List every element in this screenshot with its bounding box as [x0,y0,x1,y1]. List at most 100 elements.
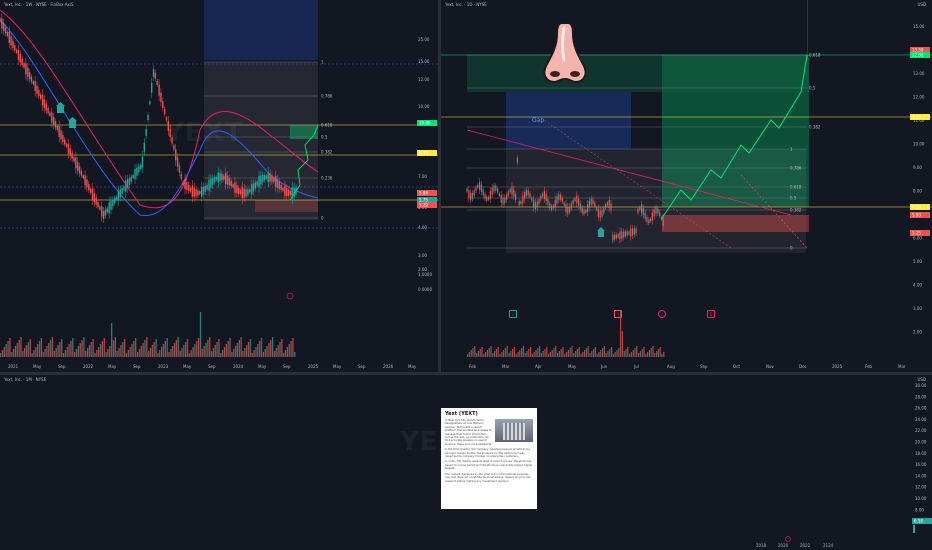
volume-bar [116,351,118,357]
volume-bar [85,351,87,357]
candle-body [28,72,31,80]
info-card: Yext (YEXT) In New York City stands Yext… [441,408,537,509]
house-marker-icon[interactable] [56,102,65,113]
candle-body [282,187,284,191]
volume-bar [522,346,524,357]
volume-bar [199,312,202,357]
volume-bar [656,351,658,357]
volume-bar [31,353,33,357]
volume-bar [492,353,494,357]
candle-body [52,116,55,125]
volume-bar [101,341,104,357]
candle-body [200,186,203,197]
candle-body [480,184,482,192]
volume-bar [255,347,257,357]
candle-body [633,228,635,235]
event-marker-icon[interactable] [286,292,294,300]
event-flag-icon-3[interactable]: ✓ [658,310,666,318]
weekly-chart-pane[interactable]: Yext, Inc. · 1W · NYSE · FinBox·AxiS YEX… [0,0,438,372]
monthly-event-icon[interactable] [785,536,791,542]
house-marker-icon-2[interactable] [68,117,77,128]
candle-body [58,125,60,137]
daily-chart-pane[interactable]: Yext, Inc. · 1D · NYSE USD 0.618 0.5 0.382… [441,0,932,372]
volume-bar [209,337,211,357]
candle-body [139,164,142,169]
info-card-title: Yext (YEXT) [445,411,478,417]
candle-body [596,207,598,211]
candle-body [123,186,125,191]
candle-body [567,206,569,214]
candle-body [60,130,62,140]
candle-body [182,182,184,186]
candle-body [191,185,194,197]
x-tick-label: Feb [469,364,477,369]
x-tick-label: Nov [766,364,774,369]
x-tick-label: 2024 [233,364,244,369]
candle-body [243,188,245,198]
candle-body [65,143,68,147]
volume-bar [600,350,602,357]
volume-bar [639,351,641,357]
weekly-y-axis[interactable]: 25.0015.0012.0010.007.006.005.004.003.00… [418,37,432,292]
volume-bar [549,352,551,357]
volume-bar [96,350,98,357]
daily-x-axis[interactable]: Feb Mar Apr May Jun Jul Aug Sep Oct Nov Dec 2025 Feb… [469,364,906,369]
volume-bar [107,349,109,357]
y-tick-label: 4.00 [418,225,427,230]
candle-body [597,208,599,217]
volume-bar [27,342,30,357]
candle-body [578,198,580,206]
daily-y-axis[interactable]: 15.0014.0013.0012.0011.0010.009.008.007.… [913,24,925,335]
candle-body [628,231,630,235]
candle-body [579,203,581,210]
volume-bar [9,338,11,357]
fib-label: 0.5 [809,86,816,91]
x-tick-label: May [408,364,417,369]
x-tick-label: Aug [667,364,675,369]
volume-bar [555,346,557,357]
candle-body [0,18,1,22]
daily-volume-bars [467,311,665,357]
event-flag-icon-4[interactable]: E [707,310,715,318]
volume-bar [140,346,142,357]
volume-bar [481,347,483,357]
x-tick-label: 2025 [832,364,843,369]
volume-bar [220,353,222,357]
volume-bar [185,342,187,357]
volume-bar [222,350,224,357]
volume-bar [24,348,26,357]
candle-body [6,31,9,36]
y-tick-label: 26.00 [915,406,927,411]
candle-body [80,170,83,176]
volume-bar [236,343,239,357]
candle-body [659,211,661,216]
x-tick-label: Sep [208,364,216,369]
candle-body [32,81,34,85]
event-flag-icon-2[interactable]: ! [614,310,622,318]
candle-body [274,176,277,188]
candle-body [45,103,47,111]
volume-bar [55,348,57,357]
candle-body [112,199,114,207]
weekly-x-axis[interactable]: 2021 May Sep 2022 May Sep 2023 May Sep 2024 May Sep… [8,364,417,369]
candle-body [95,197,97,205]
fib-label: 0.618 [790,185,802,190]
volume-bar [281,339,283,357]
volume-bar [294,352,296,357]
volume-bar [494,351,496,357]
volume-bar [564,354,566,357]
volume-bar [476,353,478,357]
candle-body [632,228,634,236]
candle-body [565,204,567,213]
volume-bar [531,354,533,357]
fib-label: 0.236 [321,176,333,181]
candle-body [488,196,490,200]
candle-body [86,179,88,188]
monthly-y-axis[interactable]: 30.00 28.00 26.00 24.00 22.00 20.00 18.00 16.00… [915,383,927,524]
volume-bar [503,350,505,357]
volume-bar [580,354,582,357]
event-flag-icon-1[interactable]: i [509,310,517,318]
monthly-x-axis[interactable]: 2018 2020 2022 2124 [756,543,834,548]
monthly-price-tag: 6.58 [914,519,923,524]
weekly-chart-canvas[interactable]: 1 0.786 0.618 0.5 0.382 0.236 0 25.00 15.00 12.0… [0,0,438,372]
